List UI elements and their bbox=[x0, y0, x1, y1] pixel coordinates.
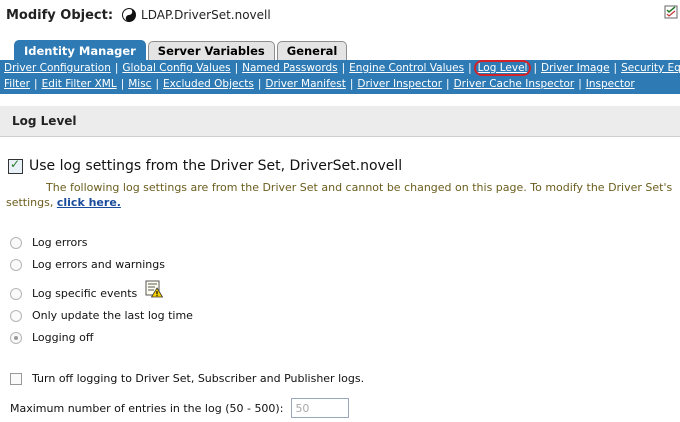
nav-named-passwords[interactable]: Named Passwords bbox=[242, 62, 338, 74]
tab-server-variables[interactable]: Server Variables bbox=[147, 41, 275, 61]
radio-label-log-specific-events: Log specific events bbox=[32, 287, 138, 300]
radio-label-logging-off: Logging off bbox=[32, 331, 94, 344]
nav-separator: | bbox=[257, 78, 262, 90]
use-driver-set-checkbox[interactable] bbox=[8, 157, 23, 174]
tab-identity-manager[interactable]: Identity Manager bbox=[14, 40, 146, 61]
radio-log-errors-warnings[interactable] bbox=[10, 258, 22, 271]
edit-help-icon[interactable] bbox=[664, 5, 678, 19]
radio-row-log-errors: Log errors bbox=[10, 236, 88, 249]
info-settings-text: settings, bbox=[6, 196, 54, 209]
turn-off-logging-checkbox[interactable] bbox=[10, 372, 22, 385]
radio-label-log-errors-warnings: Log errors and warnings bbox=[32, 258, 165, 271]
nav-global-config-values[interactable]: Global Config Values bbox=[122, 62, 230, 74]
nav-separator: | bbox=[234, 62, 239, 74]
nav-separator: | bbox=[533, 62, 537, 74]
radio-row-logging-off: Logging off bbox=[10, 331, 93, 344]
nav-driver-inspector[interactable]: Driver Inspector bbox=[357, 78, 442, 90]
nav-separator: | bbox=[341, 62, 346, 74]
info-text: The following log settings are from the … bbox=[6, 180, 678, 210]
subnav-row-1: Driver Configuration | Global Config Value… bbox=[4, 60, 680, 76]
turn-off-logging-row: Turn off logging to Driver Set, Subscrib… bbox=[10, 372, 364, 385]
yin-yang-icon bbox=[122, 8, 137, 22]
use-driver-set-row: Use log settings from the Driver Set, Dr… bbox=[8, 157, 403, 174]
max-entries-label: Maximum number of entries in the log (50… bbox=[10, 401, 284, 415]
warning-note-icon[interactable] bbox=[145, 280, 164, 298]
info-line-2: settings, click here. bbox=[6, 195, 678, 210]
radio-log-errors[interactable] bbox=[10, 236, 22, 249]
subnav-row-2: Filter | Edit Filter XML | Misc | Excluded Obj… bbox=[4, 78, 635, 90]
nav-driver-image[interactable]: Driver Image bbox=[541, 62, 610, 74]
max-entries-input[interactable] bbox=[291, 398, 350, 418]
nav-driver-configuration[interactable]: Driver Configuration bbox=[4, 62, 111, 74]
sub-navigation: Driver Configuration | Global Config Value… bbox=[0, 60, 680, 94]
tab-bar: Identity Manager Server Variables Genera… bbox=[14, 40, 349, 61]
title-row: Modify Object: LDAP.DriverSet.novell bbox=[6, 5, 271, 25]
radio-log-specific-events[interactable] bbox=[10, 287, 22, 300]
nav-driver-manifest[interactable]: Driver Manifest bbox=[265, 78, 345, 90]
nav-log-level[interactable]: Log Level bbox=[473, 60, 532, 76]
nav-separator: | bbox=[155, 78, 160, 90]
radio-label-update-last-log-time: Only update the last log time bbox=[32, 309, 193, 322]
nav-security-equals[interactable]: Security Equals bbox=[621, 62, 680, 74]
radio-row-update-last-log-time: Only update the last log time bbox=[10, 309, 193, 322]
nav-engine-control-values[interactable]: Engine Control Values bbox=[349, 62, 464, 74]
radio-logging-off[interactable] bbox=[10, 331, 22, 344]
section-header: Log Level bbox=[0, 106, 680, 137]
nav-misc[interactable]: Misc bbox=[128, 78, 151, 90]
nav-separator: | bbox=[468, 62, 472, 74]
radio-row-log-errors-warnings: Log errors and warnings bbox=[10, 258, 165, 271]
radio-row-log-specific-events: Log specific events bbox=[10, 280, 164, 300]
use-driver-set-label: Use log settings from the Driver Set, Dr… bbox=[29, 158, 403, 174]
nav-edit-filter-xml[interactable]: Edit Filter XML bbox=[42, 78, 117, 90]
nav-filter[interactable]: Filter bbox=[4, 78, 30, 90]
nav-separator: | bbox=[34, 78, 38, 90]
max-entries-row: Maximum number of entries in the log (50… bbox=[10, 398, 350, 418]
radio-label-log-errors: Log errors bbox=[32, 236, 88, 249]
nav-driver-cache-inspector[interactable]: Driver Cache Inspector bbox=[454, 78, 575, 90]
nav-separator: | bbox=[578, 78, 582, 90]
info-line-1: The following log settings are from the … bbox=[46, 181, 673, 194]
section-title: Log Level bbox=[12, 114, 77, 128]
tab-general[interactable]: General bbox=[276, 41, 348, 61]
nav-excluded-objects[interactable]: Excluded Objects bbox=[163, 78, 254, 90]
nav-separator: | bbox=[446, 78, 450, 90]
nav-inspector[interactable]: Inspector bbox=[586, 78, 635, 90]
nav-separator: | bbox=[349, 78, 354, 90]
nav-separator: | bbox=[114, 62, 119, 74]
nav-separator: | bbox=[120, 78, 125, 90]
object-name: LDAP.DriverSet.novell bbox=[141, 8, 271, 22]
turn-off-logging-label: Turn off logging to Driver Set, Subscrib… bbox=[32, 372, 365, 385]
click-here-link[interactable]: click here. bbox=[57, 196, 121, 209]
radio-update-last-log-time[interactable] bbox=[10, 309, 22, 322]
nav-separator: | bbox=[613, 62, 618, 74]
page-title: Modify Object: bbox=[6, 7, 114, 23]
